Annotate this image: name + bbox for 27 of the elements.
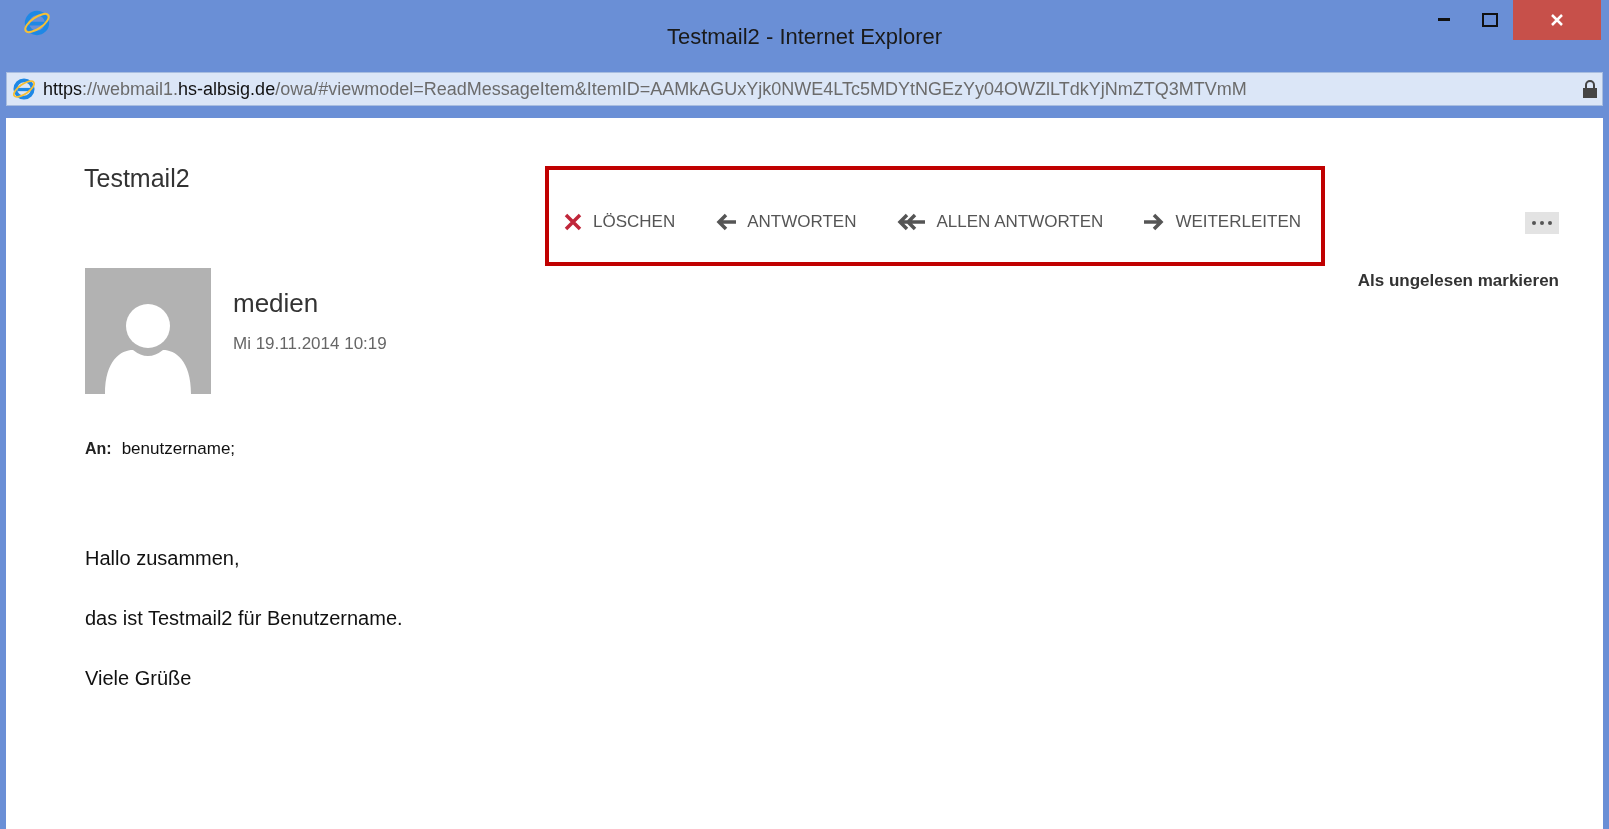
browser-logo-icon	[22, 8, 52, 38]
lock-icon	[1582, 79, 1598, 99]
toolbar-button[interactable]: WEITERLEITEN	[1143, 209, 1301, 235]
double-arrow-left-icon	[896, 213, 927, 231]
sender-name: medien	[233, 287, 319, 320]
body-paragraph: Viele Grüße	[85, 666, 193, 690]
window-title: Testmail2 - Internet Explorer	[666, 22, 943, 51]
recipient-label: An:	[85, 439, 112, 459]
mark-unread-link[interactable]: Als ungelesen markieren	[1357, 268, 1559, 294]
arrow-left-icon	[715, 213, 738, 231]
more-icon	[1532, 221, 1552, 225]
close-icon	[563, 212, 584, 232]
maximize-icon	[1482, 13, 1498, 27]
toolbar-button[interactable]: LÖSCHEN	[563, 209, 676, 235]
message-subject: Testmail2	[84, 163, 190, 194]
toolbar-button[interactable]: ANTWORTEN	[715, 209, 857, 235]
body-paragraph: das ist Testmail2 für Benutzername.	[85, 606, 403, 630]
minimize-icon	[1438, 18, 1450, 22]
browser-logo-icon	[11, 76, 37, 102]
body-paragraph: Hallo zusammen,	[85, 546, 241, 570]
close-icon	[1550, 13, 1564, 27]
more-button[interactable]	[1525, 212, 1559, 234]
message-date: Mi 19.11.2014 10:19	[233, 333, 387, 355]
arrow-right-icon	[1143, 213, 1166, 231]
avatar-icon	[85, 268, 211, 394]
toolbar-button[interactable]: ALLEN ANTWORTEN	[896, 209, 1104, 235]
recipient-name: benutzername;	[121, 438, 236, 460]
